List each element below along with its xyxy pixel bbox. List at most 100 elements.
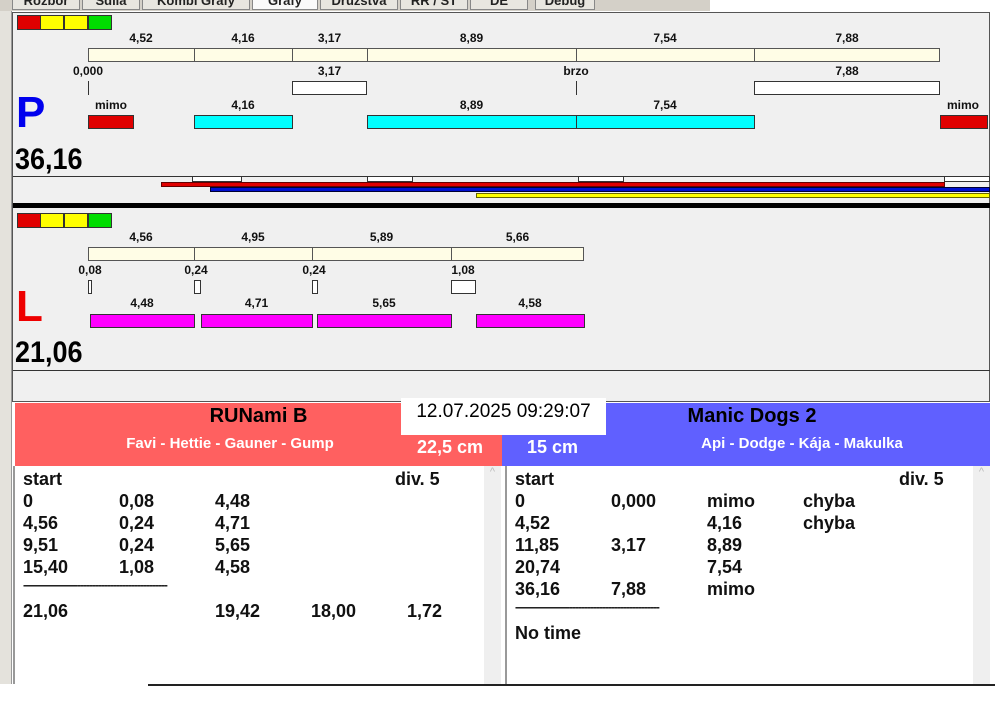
split-label: 7,54 [653,31,677,45]
status-green [88,15,112,30]
split-bar [292,48,368,62]
run-label: mimo [946,98,979,112]
run-label: 5,65 [372,296,396,310]
tab-rozbor[interactable]: Rozbor [12,0,80,10]
timeline-gap [944,176,990,182]
transition-label: 3,17 [317,64,342,78]
split-label: 3,17 [317,31,342,45]
transition-label: brzo [563,64,589,78]
left-results-list[interactable]: start div. 5 0 0,08 4,48 4,56 0,24 4,71 … [13,466,501,684]
run-label: 4,71 [244,296,269,310]
split-bar [451,247,584,261]
timeline-blue [210,187,990,192]
lane-divider [13,203,990,208]
summary-cell: 19,42 [215,601,261,621]
cell: 1,08 [119,557,155,577]
lane-total-l: 21,06 [15,336,83,369]
split-label: 4,56 [129,230,153,244]
split-bar [88,48,195,62]
tab-de[interactable]: DE [470,0,528,10]
summary-cell: 21,06 [23,601,69,621]
window-border [148,684,995,686]
split-label: 8,89 [459,31,484,45]
transition-label: 0,24 [184,263,208,277]
run-label: 8,89 [459,98,484,112]
left-team-members: Favi - Hettie - Gauner - Gump [126,435,334,452]
split-bar [88,247,195,261]
status-red [17,213,41,228]
cell: 20,74 [515,557,561,577]
right-results-list[interactable]: start div. 5 0 0,000 mimo chyba 4,52 4,1… [505,466,990,684]
cell: chyba [803,513,856,533]
division-label: div. 5 [395,469,440,489]
split-bar [576,48,755,62]
scroll-up-icon[interactable]: ^ [490,466,495,478]
tab-druzstva[interactable]: Družstva [320,0,398,10]
tab-debug[interactable]: Debug [535,0,595,10]
scrollbar[interactable]: ^ [973,466,990,684]
split-label: 7,88 [835,31,859,45]
separator: ----------------------------------------… [23,578,168,592]
cell: 3,17 [611,535,647,555]
split-bar [754,48,940,62]
tab-grafy[interactable]: Grafy [252,0,318,10]
transition-box [451,280,476,294]
status-yellow [40,15,64,30]
tab-rr-st[interactable]: RR / ST [400,0,468,10]
cell: 11,85 [515,535,560,555]
split-bar [194,247,313,261]
division-label: div. 5 [899,469,944,489]
run-label: 4,48 [130,296,154,310]
split-label: 5,89 [369,230,394,244]
lane-total-p: 36,16 [15,143,83,176]
run-label: 4,58 [518,296,542,310]
summary-cell: 1,72 [407,601,443,621]
cell: 0 [515,491,526,511]
status-green [88,213,112,228]
scrollbar[interactable]: ^ [484,466,501,684]
cell: 0,08 [119,491,155,511]
split-bar [312,247,452,261]
cell: chyba [803,491,856,511]
split-label: 4,16 [231,31,255,45]
separator: ----------------------------------------… [515,600,660,614]
tab-kombi-grafy[interactable]: Kombi Grafy [142,0,250,10]
tick [576,81,577,95]
split-label: 5,66 [505,230,530,244]
cell: 4,52 [515,513,551,533]
timestamp: 12.07.2025 09:29:07 [401,398,606,435]
status-yellow [40,213,64,228]
lane-letter-l: L [16,282,43,331]
transition-box [292,81,367,95]
split-label: 4,52 [129,31,153,45]
transition-label: 0,24 [302,263,326,277]
cell: 4,56 [23,513,59,533]
right-team-members: Api - Dodge - Kája - Makulka [701,435,903,452]
run-label: 4,16 [231,98,255,112]
transition-box [312,280,318,294]
cell: 8,89 [707,535,743,555]
cell: 4,71 [215,513,251,533]
run-bar [201,314,313,328]
status-yellow [64,15,88,30]
start-label: start [23,469,63,489]
tab-bar: Rozbor Sdíla Kombi Grafy Grafy Družstva … [0,0,710,11]
status-yellow [64,213,88,228]
tab-sdila[interactable]: Sdíla [82,0,140,10]
right-team-name: Manic Dogs 2 [687,405,817,427]
transition-label: 0,000 [72,64,104,78]
lane-letter-p: P [16,88,46,137]
transition-label: 0,08 [78,263,102,277]
scroll-up-icon[interactable]: ^ [979,466,984,478]
run-bar [576,115,755,129]
left-team-height: 22,5 cm [417,437,484,457]
transition-label: 1,08 [451,263,475,277]
cell: 7,54 [707,557,743,577]
cell: 0,24 [119,535,155,555]
run-bar [317,314,452,328]
timeline-axis [13,176,990,177]
run-bar [194,115,293,129]
cell: 36,16 [515,579,561,599]
summary-cell: 18,00 [311,601,357,621]
transition-box [88,280,92,294]
